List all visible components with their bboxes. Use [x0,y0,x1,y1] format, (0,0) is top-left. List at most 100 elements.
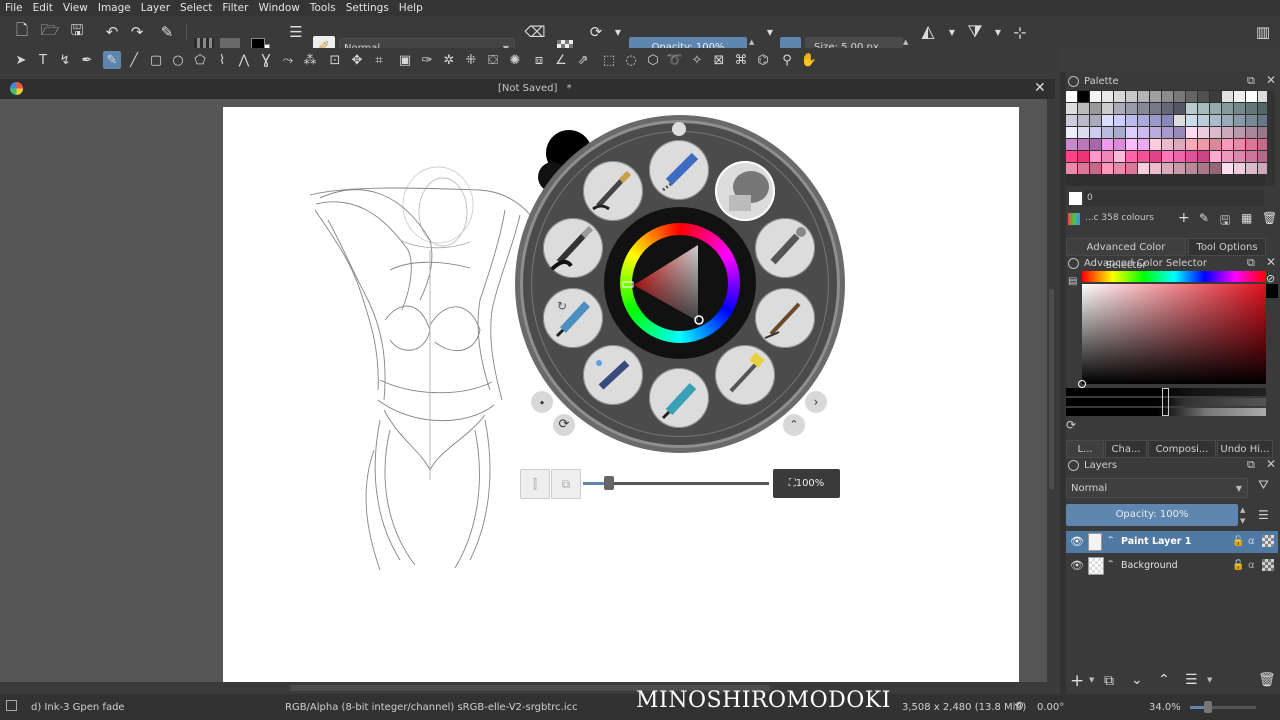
chevron-down-icon[interactable]: ▼ [988,22,1008,42]
palette-swatch[interactable] [1090,91,1101,102]
filter-layers-icon[interactable]: ⛛ [1258,478,1269,493]
smart-patch-tool-icon[interactable]: ⁜ [462,51,480,69]
brush-preset-slot[interactable] [755,288,815,348]
palette-swatch[interactable] [1114,115,1125,126]
palette-swatch[interactable] [1090,139,1101,150]
float-docker-icon[interactable]: ⧉ [1247,458,1255,472]
palette-swatch[interactable] [1150,151,1161,162]
zoom-slider-handle[interactable] [604,476,614,490]
palette-swatch[interactable] [1162,151,1173,162]
chevron-up-icon[interactable]: ⌃ [783,414,805,436]
palette-swatch[interactable] [1174,151,1185,162]
gradient-tool-icon[interactable]: ▣ [396,51,414,69]
brush-preset-slot[interactable]: ↻ [543,288,603,348]
float-docker-icon[interactable]: ⧉ [1247,74,1255,88]
palette-swatch[interactable] [1126,91,1137,102]
palette-swatch[interactable] [1186,91,1197,102]
palette-swatch[interactable] [1114,151,1125,162]
palette-swatch[interactable] [1174,163,1185,174]
dock-layout-icon[interactable]: ▥ [1253,22,1273,42]
palette-swatch[interactable] [1078,115,1089,126]
menu-help[interactable]: Help [394,2,428,14]
layer-row[interactable]: 👁 ⌁ Background 🔓 α [1066,555,1278,577]
palette-swatch[interactable] [1222,163,1233,174]
palette-swatch[interactable] [1090,151,1101,162]
palette-swatch[interactable] [1198,163,1209,174]
palette-swatch[interactable] [1162,139,1173,150]
palette-swatch[interactable] [1102,115,1113,126]
tab-tool-options[interactable]: Tool Options [1188,238,1266,256]
move-tool-icon[interactable]: ✥ [348,51,366,69]
line-tool-icon[interactable]: ╱ [125,51,143,69]
palette-swatch[interactable] [1210,127,1221,138]
bezier-curve-tool-icon[interactable]: ⋀ [235,51,253,69]
palette-swatch[interactable] [1246,127,1257,138]
layer-opacity-stepper-icon[interactable]: ▲ ▼ [1240,505,1250,527]
palette-swatch[interactable] [1102,127,1113,138]
color-sampler-tool-icon[interactable]: ✑ [418,51,436,69]
edit-swatch-icon[interactable]: ✎ [1199,211,1209,225]
palette-swatch[interactable] [1150,163,1161,174]
palette-swatch[interactable] [1150,91,1161,102]
eraser-mode-icon[interactable]: ⌫ [524,22,545,42]
palette-swatch[interactable] [1234,163,1245,174]
redo-icon[interactable]: ↷ [127,22,147,42]
zoom-value[interactable]: 34.0% [1149,702,1181,713]
menu-tools[interactable]: Tools [305,2,341,14]
palette-swatch[interactable] [1114,163,1125,174]
palette-swatch[interactable] [1234,115,1245,126]
tab-undo-history[interactable]: Undo Hi... [1217,440,1273,458]
palette-swatch[interactable] [1222,91,1233,102]
close-docker-icon[interactable]: ✕ [1266,255,1276,269]
pan-tool-icon[interactable]: ✋ [800,51,818,69]
palette-swatch[interactable] [1138,151,1149,162]
similar-color-selection-tool-icon[interactable]: ⊠ [710,51,728,69]
palette-swatch[interactable] [1222,139,1233,150]
zoom-tool-icon[interactable]: ⚲ [778,51,796,69]
palette-swatch[interactable] [1102,139,1113,150]
crop-tool-icon[interactable]: ⌗ [370,51,388,69]
palette-swatch[interactable] [1066,163,1077,174]
menu-select[interactable]: Select [175,2,217,14]
palette-swatch[interactable] [1090,115,1101,126]
menu-settings[interactable]: Settings [341,2,394,14]
add-layer-icon[interactable]: + [1070,671,1084,691]
chevron-down-icon[interactable]: ▼ [608,22,628,42]
palette-swatch[interactable] [1234,127,1245,138]
palette-swatch[interactable] [1246,163,1257,174]
palette-swatch[interactable] [1222,115,1233,126]
mirror-horizontal-icon[interactable]: ◭ [918,22,938,42]
color-triangle[interactable] [620,223,740,343]
menu-image[interactable]: Image [93,2,136,14]
undo-icon[interactable]: ↶ [102,22,122,42]
new-document-icon[interactable]: 🗋 [12,21,32,42]
save-icon[interactable]: 🖫 [67,21,87,42]
reference-images-tool-icon[interactable]: ⇗ [574,51,592,69]
palette-swatch[interactable] [1174,139,1185,150]
palette-swatch[interactable] [1066,115,1077,126]
multibrush-tool-icon[interactable]: ⁂ [301,51,319,69]
palette-swatch[interactable] [1066,91,1077,102]
palette-swatch[interactable] [1186,151,1197,162]
palette-swatch[interactable] [1126,163,1137,174]
palette-swatch[interactable] [1126,127,1137,138]
palette-swatch[interactable] [1162,127,1173,138]
palette-swatch[interactable] [1210,163,1221,174]
palette-swatch[interactable] [1102,151,1113,162]
palette-swatch[interactable] [1078,91,1089,102]
polygon-tool-icon[interactable]: ⬠ [191,51,209,69]
open-document-icon[interactable]: 🗁 [40,21,60,42]
save-palette-icon[interactable]: 🖫 [1220,211,1230,232]
inherit-alpha-icon[interactable] [1262,559,1274,571]
palette-swatch[interactable] [1246,151,1257,162]
palette-swatch[interactable] [1066,139,1077,150]
measure-tool-icon[interactable]: ∠ [552,51,570,69]
palette-swatch[interactable] [1162,91,1173,102]
inherit-alpha-icon[interactable] [1262,535,1274,547]
palette-index-field[interactable]: 0 [1084,190,1264,206]
polyline-tool-icon[interactable]: ⌇ [213,51,231,69]
menu-edit[interactable]: Edit [28,2,58,14]
palette-swatch[interactable] [1186,103,1197,114]
freehand-path-tool-icon[interactable]: Ɣ [257,51,275,69]
chevron-down-icon[interactable]: ▼ [1207,676,1212,684]
